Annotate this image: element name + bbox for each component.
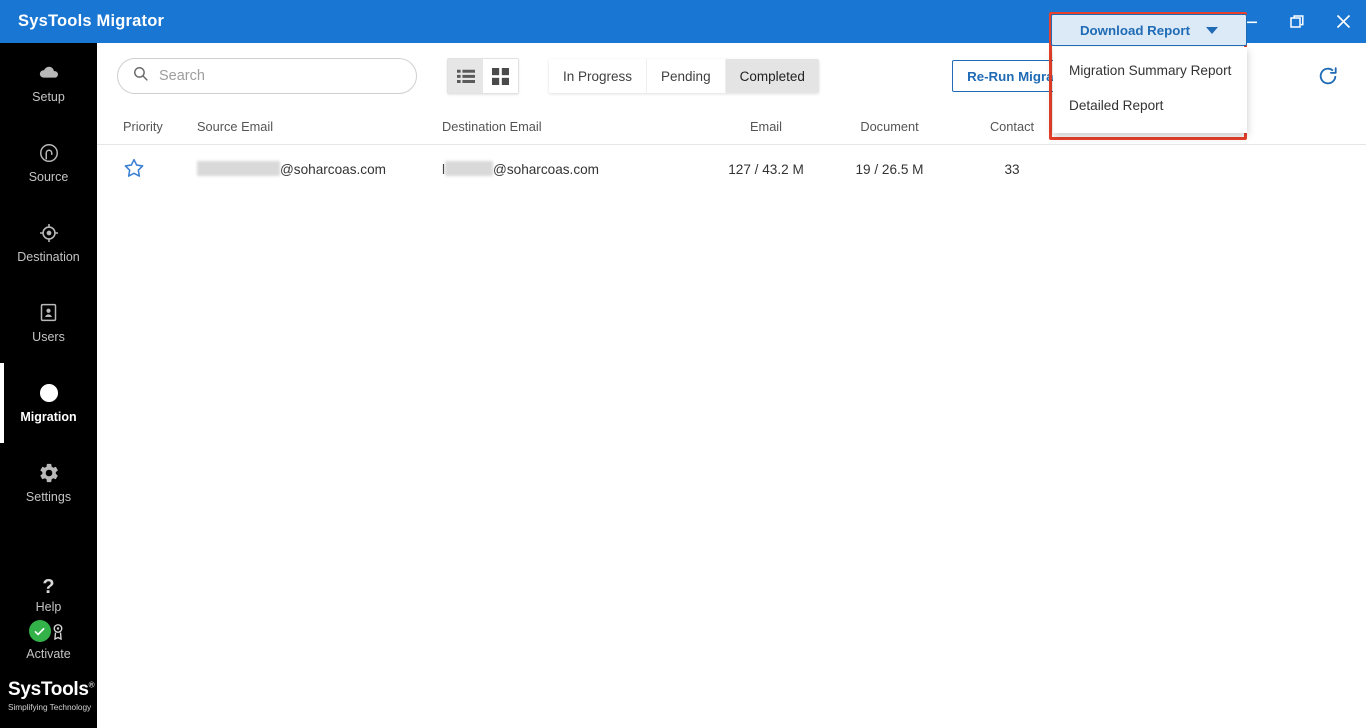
list-view-icon[interactable] [448, 59, 483, 93]
application-window: SysTools Migrator Setu [0, 0, 1366, 728]
download-report-button[interactable]: Download Report [1051, 14, 1247, 46]
document-count-cell: 19 / 26.5 M [827, 162, 952, 177]
sidebar-item-help[interactable]: ? Help [0, 577, 97, 614]
question-mark-icon: ? [42, 577, 54, 597]
source-icon [38, 142, 60, 164]
destination-email-cell: l@soharcoas.com [442, 161, 705, 177]
download-report-label: Download Report [1080, 23, 1190, 38]
table-row[interactable]: @soharcoas.com l@soharcoas.com 127 / 43.… [97, 145, 1366, 193]
view-toggle-group [447, 58, 519, 94]
activate-label: Activate [26, 647, 70, 661]
sidebar-item-destination[interactable]: Destination [0, 203, 97, 283]
grid-view-icon[interactable] [483, 59, 518, 93]
activate-icon-group [19, 620, 79, 644]
chevron-down-icon [1206, 27, 1218, 34]
column-header-document: Document [827, 119, 952, 134]
priority-cell [97, 157, 197, 182]
sidebar-item-users[interactable]: Users [0, 283, 97, 363]
sidebar-item-label: Settings [26, 491, 71, 504]
search-icon [132, 65, 149, 87]
dropdown-item-detailed-report[interactable]: Detailed Report [1053, 88, 1247, 123]
help-label: Help [36, 600, 62, 614]
check-icon [29, 620, 51, 642]
download-report-control: Download Report [1051, 14, 1247, 46]
cloud-icon [38, 62, 60, 84]
main-content: In Progress Pending Completed Re-Run Mig… [97, 43, 1366, 728]
app-title: SysTools Migrator [18, 12, 164, 31]
gear-icon [38, 462, 60, 484]
destination-icon [38, 222, 60, 244]
tab-completed[interactable]: Completed [726, 59, 819, 93]
sidebar-item-settings[interactable]: Settings [0, 443, 97, 523]
sidebar: Setup Source Destination [0, 43, 97, 728]
source-email-domain: @soharcoas.com [280, 162, 386, 177]
column-header-email: Email [705, 119, 827, 134]
sidebar-item-label: Destination [17, 251, 80, 264]
status-filter-tabs: In Progress Pending Completed [549, 59, 819, 93]
sidebar-item-label: Users [32, 331, 65, 344]
sidebar-item-label: Migration [20, 411, 76, 424]
sidebar-item-source[interactable]: Source [0, 123, 97, 203]
contact-count-cell: 33 [952, 162, 1072, 177]
download-report-dropdown: Migration Summary Report Detailed Report [1053, 47, 1247, 133]
logo-registered: ® [89, 681, 95, 690]
users-icon [38, 302, 60, 324]
dropdown-item-migration-summary-report[interactable]: Migration Summary Report [1053, 53, 1247, 88]
logo-name: SysTools [8, 679, 89, 700]
clock-icon [38, 382, 60, 404]
sidebar-item-setup[interactable]: Setup [0, 43, 97, 123]
systools-logo: SysTools® Simplifying Technology [0, 679, 97, 728]
sidebar-item-label: Setup [32, 91, 65, 104]
sidebar-item-label: Source [29, 171, 69, 184]
email-count-cell: 127 / 43.2 M [705, 162, 827, 177]
sidebar-item-activate[interactable]: Activate [0, 620, 97, 661]
source-email-redacted [197, 161, 280, 176]
logo-tagline: Simplifying Technology [8, 702, 97, 712]
column-header-priority: Priority [97, 119, 197, 134]
tab-in-progress[interactable]: In Progress [549, 59, 647, 93]
sidebar-bottom: ? Help Activate [0, 577, 97, 728]
column-header-destination-email: Destination Email [442, 119, 705, 134]
restore-icon[interactable] [1274, 0, 1320, 43]
destination-email-domain: @soharcoas.com [493, 162, 599, 177]
close-icon[interactable] [1320, 0, 1366, 43]
destination-email-redacted [445, 161, 493, 176]
search-box[interactable] [117, 58, 417, 94]
column-header-source-email: Source Email [197, 119, 442, 134]
search-input[interactable] [159, 68, 399, 84]
refresh-icon[interactable] [1313, 61, 1343, 91]
award-icon [49, 622, 67, 646]
sidebar-item-migration[interactable]: Migration [0, 363, 97, 443]
tab-pending[interactable]: Pending [647, 59, 726, 93]
source-email-cell: @soharcoas.com [197, 161, 442, 177]
star-icon[interactable] [123, 157, 197, 182]
